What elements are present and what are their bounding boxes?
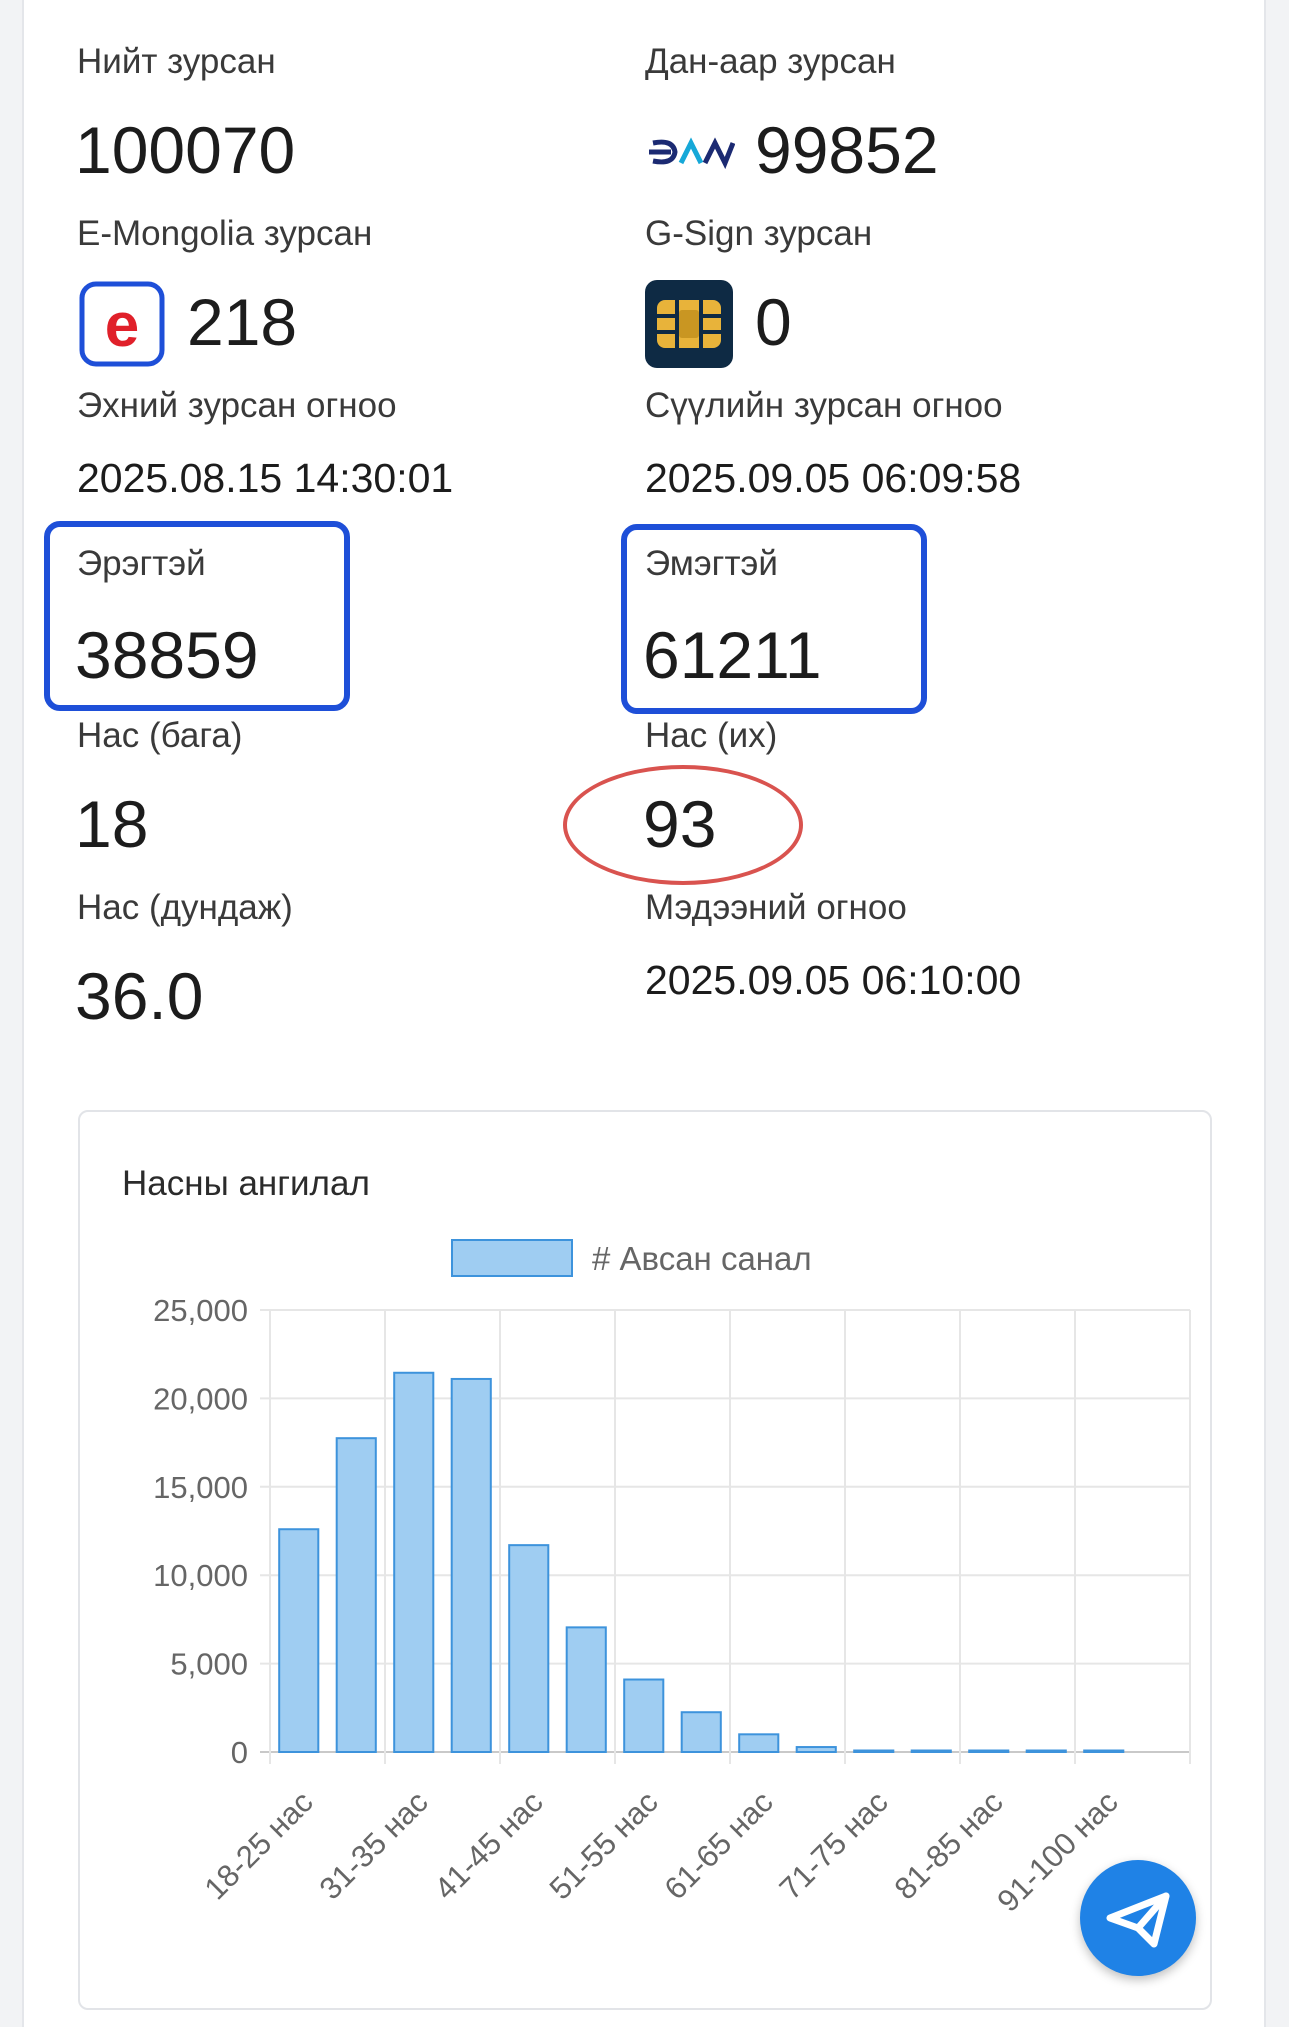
total-signed-label: Нийт зурсан — [77, 42, 276, 81]
gsign-chip-icon — [643, 278, 735, 370]
y-tick-label: 10,000 — [153, 1558, 248, 1593]
y-tick-label: 15,000 — [153, 1470, 248, 1505]
bar-66-70-нас — [795, 1746, 837, 1754]
last-signed-date-label: Сүүлийн зурсан огноо — [645, 386, 1003, 425]
y-tick-label: 5,000 — [170, 1647, 248, 1682]
age-chart-card: Насны ангилал 0 5,000 10,000 15,000 20,000 25… — [78, 1110, 1212, 2010]
bar-76-80-нас — [910, 1749, 952, 1753]
telegram-share-button[interactable] — [1080, 1860, 1196, 1976]
bar-51-55-нас — [623, 1678, 665, 1754]
bar-26-30-нас — [335, 1437, 377, 1753]
emongolia-signed-label: E-Mongolia зурсан — [77, 214, 373, 253]
dan-signed-label: Дан-аар зурсан — [645, 42, 896, 81]
bar-61-65-нас — [738, 1733, 780, 1754]
male-label: Эрэгтэй — [77, 544, 206, 583]
x-tick-label: 18-25 нас — [198, 1784, 320, 1906]
x-tick-label: 61-65 нас — [658, 1784, 780, 1906]
y-tick-label: 0 — [231, 1735, 248, 1770]
bar-71-75-нас — [853, 1749, 895, 1753]
bar-41-45-нас — [508, 1544, 550, 1754]
x-tick-label: 51-55 нас — [543, 1784, 665, 1906]
legend-swatch — [451, 1239, 573, 1277]
bar-81-85-нас — [968, 1749, 1010, 1753]
age-max-label: Нас (их) — [645, 716, 778, 755]
age-bar-chart: 0 5,000 10,000 15,000 20,000 25,000 18-25 нас3… — [153, 1239, 1191, 1919]
first-signed-date-label: Эхний зурсан огноо — [77, 386, 397, 425]
x-tick-label: 71-75 нас — [773, 1784, 895, 1906]
legend-label: # Авсан санал — [592, 1240, 812, 1277]
data-date-value: 2025.09.05 06:10:00 — [645, 957, 1022, 1003]
x-tick-label: 81-85 нас — [888, 1784, 1010, 1906]
emongolia-icon-letter: e — [105, 291, 139, 360]
x-tick-label: 41-45 нас — [428, 1784, 550, 1906]
age-min-value: 18 — [75, 787, 149, 861]
last-signed-date-value: 2025.09.05 06:09:58 — [645, 455, 1022, 501]
age-min-label: Нас (бага) — [77, 716, 243, 755]
bar-18-25-нас — [278, 1528, 320, 1753]
emongolia-signed-value: 218 — [187, 285, 298, 359]
female-value: 61211 — [643, 618, 822, 692]
bar-31-35-нас — [393, 1371, 435, 1753]
age-avg-value: 36.0 — [75, 959, 204, 1033]
first-signed-date-value: 2025.08.15 14:30:01 — [77, 455, 454, 501]
bar-86-90-нас — [1025, 1749, 1067, 1753]
female-label: Эмэгтэй — [645, 544, 778, 583]
data-date-label: Мэдээний огноо — [645, 888, 907, 927]
y-tick-label: 20,000 — [153, 1381, 248, 1416]
x-tick-label: 31-35 нас — [313, 1784, 435, 1906]
male-value: 38859 — [75, 618, 259, 692]
dan-signed-value: 99852 — [755, 113, 939, 187]
bar-36-40-нас — [450, 1377, 492, 1753]
telegram-send-icon — [1106, 1892, 1170, 1948]
y-tick-label: 25,000 — [153, 1293, 248, 1328]
age-avg-label: Нас (дундаж) — [77, 888, 293, 927]
dan-logo-icon — [645, 135, 736, 170]
gsign-signed-value: 0 — [755, 285, 792, 359]
gsign-signed-label: G-Sign зурсан — [645, 214, 873, 253]
emongolia-icon: e — [78, 280, 166, 368]
age-max-value: 93 — [643, 787, 717, 861]
bar-56-60-нас — [680, 1711, 722, 1753]
bar-46-50-нас — [565, 1626, 607, 1754]
bar-91-100-нас — [1083, 1749, 1125, 1753]
total-signed-value: 100070 — [75, 113, 296, 187]
